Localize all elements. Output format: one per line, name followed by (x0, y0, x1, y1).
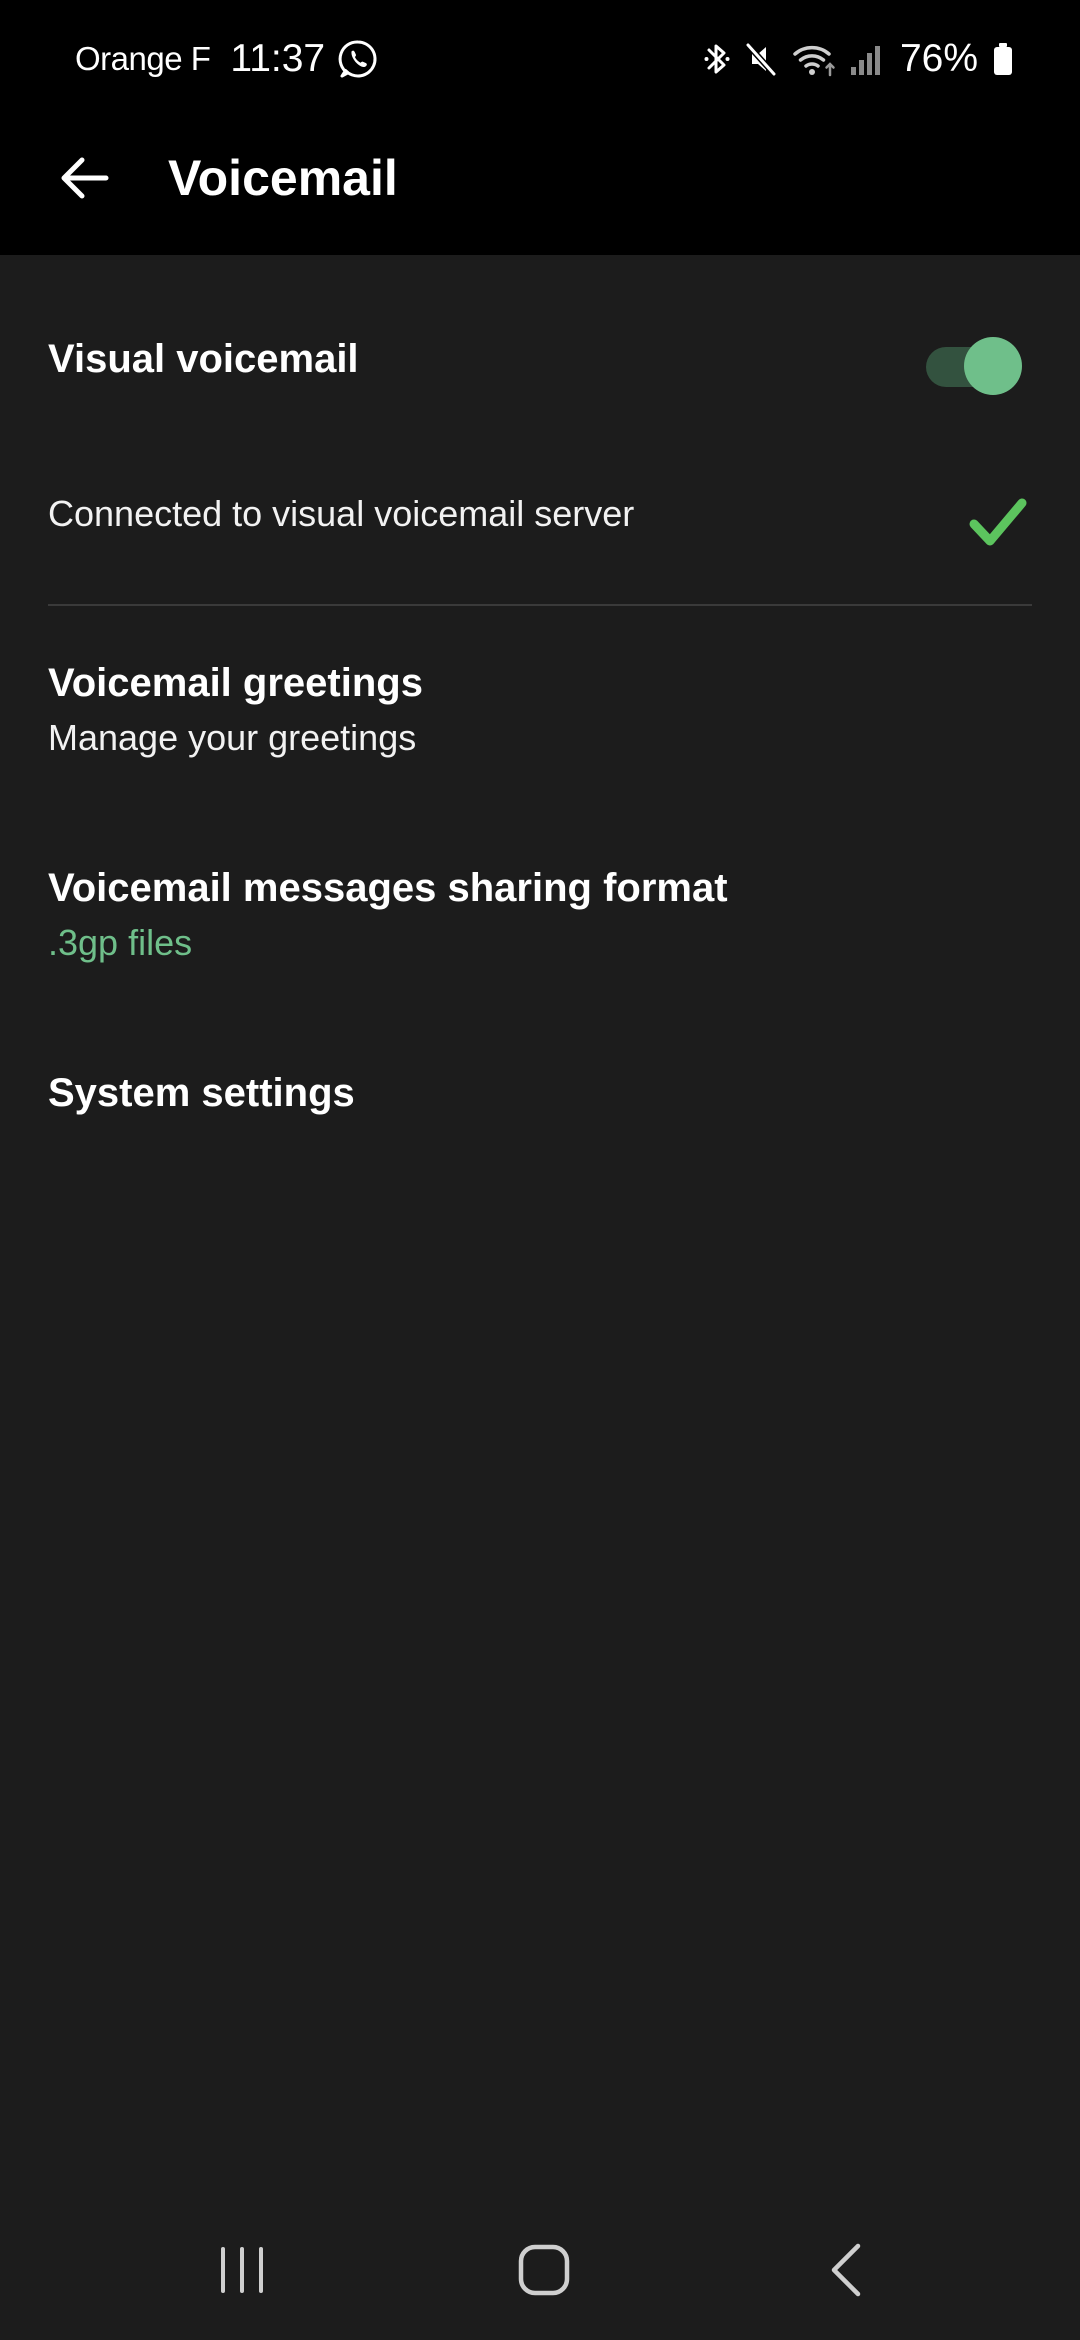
wifi-icon (793, 46, 835, 77)
clock: 11:37 (230, 37, 326, 80)
recents-button[interactable] (182, 2220, 302, 2320)
connection-status-text: Connected to visual voicemail server (48, 493, 635, 534)
voicemail-greetings-row[interactable]: Voicemail greetings Manage your greeting… (0, 645, 1080, 795)
connection-status-row: Connected to visual voicemail server (0, 465, 1080, 575)
nav-back-button[interactable] (786, 2220, 906, 2320)
navigation-bar (0, 2200, 1080, 2340)
voicemail-greetings-subtitle: Manage your greetings (48, 717, 417, 758)
back-icon (831, 2243, 861, 2297)
recents-icon (221, 2247, 263, 2293)
home-icon (518, 2244, 570, 2296)
battery-percent: 76% (899, 37, 978, 80)
system-settings-row[interactable]: System settings (0, 1055, 1080, 1165)
toggle-thumb (964, 337, 1022, 395)
carrier-name: Orange F (75, 40, 211, 77)
section-divider (48, 604, 1032, 606)
status-bar: Orange F 11:37 76% (0, 0, 1080, 118)
visual-voicemail-row[interactable]: Visual voicemail (0, 315, 1080, 435)
mute-icon (745, 42, 777, 77)
bluetooth-icon (704, 44, 730, 74)
status-right: 76% (690, 30, 1014, 88)
visual-voicemail-toggle[interactable] (926, 333, 1022, 395)
voicemail-settings-screen: Orange F 11:37 76% Voicemail Visual voic… (0, 0, 1080, 2340)
home-button[interactable] (484, 2220, 604, 2320)
battery-icon (994, 43, 1012, 75)
sharing-format-title: Voicemail messages sharing format (48, 866, 728, 910)
sharing-format-row[interactable]: Voicemail messages sharing format .3gp f… (0, 850, 1080, 1000)
arrow-left-icon (61, 157, 109, 199)
visual-voicemail-label: Visual voicemail (48, 337, 359, 381)
sharing-format-value: .3gp files (48, 922, 193, 963)
app-bar: Voicemail (0, 118, 1080, 255)
signal-icon (850, 46, 880, 75)
system-settings-title: System settings (48, 1071, 355, 1115)
whatsapp-icon (338, 40, 377, 78)
check-icon (969, 498, 1027, 546)
voicemail-greetings-title: Voicemail greetings (48, 661, 423, 705)
status-left: Orange F 11:37 (75, 30, 379, 88)
page-title: Voicemail (168, 150, 398, 206)
back-button[interactable] (46, 140, 122, 216)
